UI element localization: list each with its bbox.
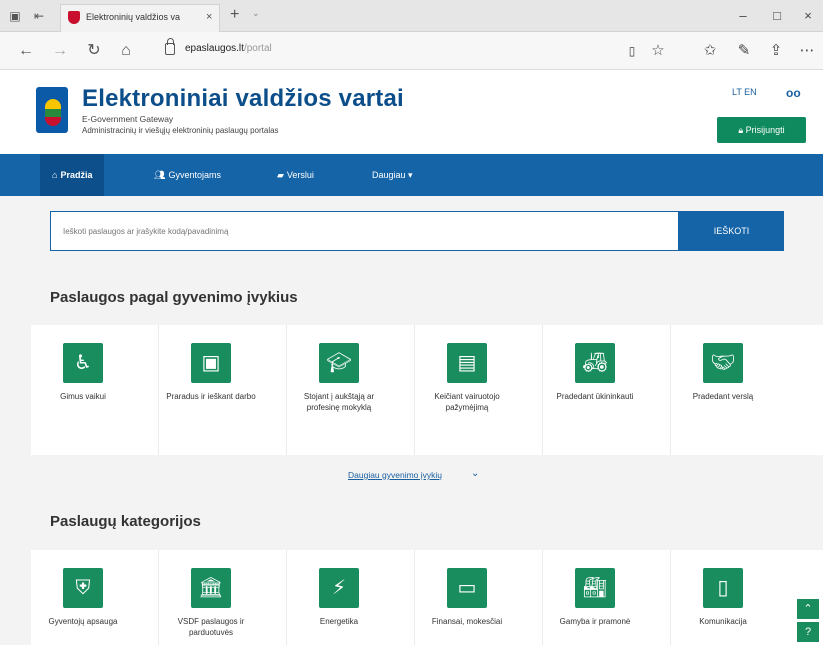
- nav-item-residents[interactable]: 👥︎ Gyventojams: [142, 154, 233, 196]
- site-header: Elektroniniai valdžios vartai E-Governme…: [0, 71, 823, 154]
- language-switcher[interactable]: LT EN: [732, 87, 757, 97]
- shield-icon: ⛨: [63, 568, 103, 608]
- more-life-events-link[interactable]: Daugiau gyvenimo įvykių: [348, 470, 442, 480]
- accessibility-glasses-icon[interactable]: oo: [786, 86, 801, 100]
- share-icon[interactable]: ⇪: [766, 41, 786, 61]
- lock-icon: 🔒︎: [738, 125, 744, 135]
- url-field[interactable]: epaslaugos.lt/portal: [165, 38, 665, 62]
- category-card[interactable]: ▯ Komunikacija: [671, 550, 799, 645]
- back-icon[interactable]: ←: [16, 41, 36, 61]
- scroll-to-top-button[interactable]: ⌃: [797, 599, 819, 619]
- people-icon: 👥︎: [154, 170, 166, 180]
- categories-grid: ⛨ Gyventojų apsauga 🏛︎ VSDF paslaugos ir…: [31, 550, 823, 645]
- main-navigation: ⌂ Pradžia 👥︎ Gyventojams ▰ Verslui Daugiau …: [0, 154, 823, 196]
- graduation-cap-icon: 🎓︎: [319, 343, 359, 383]
- refresh-icon[interactable]: ↻: [84, 41, 104, 61]
- browser-tab-bar: ▣ ⇤ Elektroninių valdžios va × + ⌄ – □ ×: [0, 0, 823, 32]
- site-subtitle: E-Government Gateway: [82, 114, 174, 124]
- id-card-icon: ▣: [191, 343, 231, 383]
- more-menu-icon[interactable]: ⋯: [797, 41, 817, 61]
- chevron-down-icon[interactable]: ⌄: [471, 468, 479, 479]
- tab-close-icon[interactable]: ×: [206, 11, 212, 23]
- phone-icon: ▯: [703, 568, 743, 608]
- life-event-card[interactable]: 🤝︎ Pradedant verslą: [671, 325, 799, 455]
- life-events-grid: ♿︎ Gimus vaikui ▣ Praradus ir ieškant da…: [31, 325, 823, 455]
- search-input[interactable]: [50, 211, 679, 251]
- maximize-button[interactable]: □: [762, 5, 792, 27]
- life-event-card[interactable]: ♿︎ Gimus vaikui: [31, 325, 159, 455]
- categories-title: Paslaugų kategorijos: [50, 513, 201, 530]
- life-events-title: Paslaugos pagal gyvenimo įvykius: [50, 289, 298, 306]
- home-button-icon[interactable]: ⌂: [116, 41, 136, 61]
- new-tab-button[interactable]: +: [230, 6, 239, 24]
- minimize-button[interactable]: –: [728, 5, 758, 27]
- handshake-icon: 🤝︎: [703, 343, 743, 383]
- site-tagline: Administracinių ir viešųjų elektroninių …: [82, 126, 279, 135]
- home-icon: ⌂: [52, 170, 58, 180]
- tab-title: Elektroninių valdžios va: [86, 12, 181, 22]
- nav-item-more[interactable]: Daugiau ▾: [360, 154, 425, 196]
- gateway-logo[interactable]: [36, 87, 68, 133]
- energy-icon: ⚡︎: [319, 568, 359, 608]
- help-button[interactable]: ?: [797, 622, 819, 642]
- close-window-button[interactable]: ×: [793, 5, 823, 27]
- search-button[interactable]: IEŠKOTI: [679, 211, 784, 251]
- category-card[interactable]: 🏭︎ Gamyba ir pramonė: [543, 550, 671, 645]
- bank-icon: 🏛︎: [191, 568, 231, 608]
- life-event-card[interactable]: 🎓︎ Stojant į aukštąją ar profesinę mokyk…: [287, 325, 415, 455]
- baby-carriage-icon: ♿︎: [63, 343, 103, 383]
- site-title[interactable]: Elektroniniai valdžios vartai: [82, 85, 404, 113]
- browser-address-bar: ← → ↻ ⌂ epaslaugos.lt/portal ▯ ☆ ✩ ✎ ⇪ ⋯: [0, 32, 823, 70]
- favorite-star-icon[interactable]: ☆: [648, 41, 668, 61]
- life-event-card[interactable]: ▤ Keičiant vairuotojo pažymėjimą: [415, 325, 543, 455]
- favicon-icon: [68, 11, 80, 24]
- tab-actions-icon[interactable]: ▣: [8, 9, 22, 23]
- nav-item-business[interactable]: ▰ Verslui: [265, 154, 326, 196]
- forward-icon[interactable]: →: [50, 41, 70, 61]
- money-icon: ▭: [447, 568, 487, 608]
- factory-icon: 🏭︎: [575, 568, 615, 608]
- category-card[interactable]: 🏛︎ VSDF paslaugos ir parduotuvės: [159, 550, 287, 645]
- briefcase-icon: ▰: [277, 170, 284, 180]
- tab-preview-chevron-icon[interactable]: ⌄: [252, 8, 260, 19]
- category-card[interactable]: ⚡︎ Energetika: [287, 550, 415, 645]
- favorites-list-icon[interactable]: ✩: [700, 41, 720, 61]
- life-event-card[interactable]: ▣ Praradus ir ieškant darbo: [159, 325, 287, 455]
- url-text: epaslaugos.lt/portal: [185, 43, 272, 54]
- nav-item-home[interactable]: ⌂ Pradžia: [40, 154, 105, 196]
- set-aside-tabs-icon[interactable]: ⇤: [32, 9, 46, 23]
- category-card[interactable]: ▭ Finansai, mokesčiai: [415, 550, 543, 645]
- life-event-card[interactable]: 🚜︎ Pradedant ūkininkauti: [543, 325, 671, 455]
- license-card-icon: ▤: [447, 343, 487, 383]
- browser-tab[interactable]: Elektroninių valdžios va ×: [60, 4, 220, 32]
- login-button[interactable]: 🔒︎ Prisijungti: [717, 117, 806, 143]
- reading-view-icon[interactable]: ▯: [622, 41, 642, 61]
- category-card[interactable]: ⛨ Gyventojų apsauga: [31, 550, 159, 645]
- tractor-icon: 🚜︎: [575, 343, 615, 383]
- notes-pen-icon[interactable]: ✎: [734, 41, 754, 61]
- lock-icon: [165, 38, 175, 55]
